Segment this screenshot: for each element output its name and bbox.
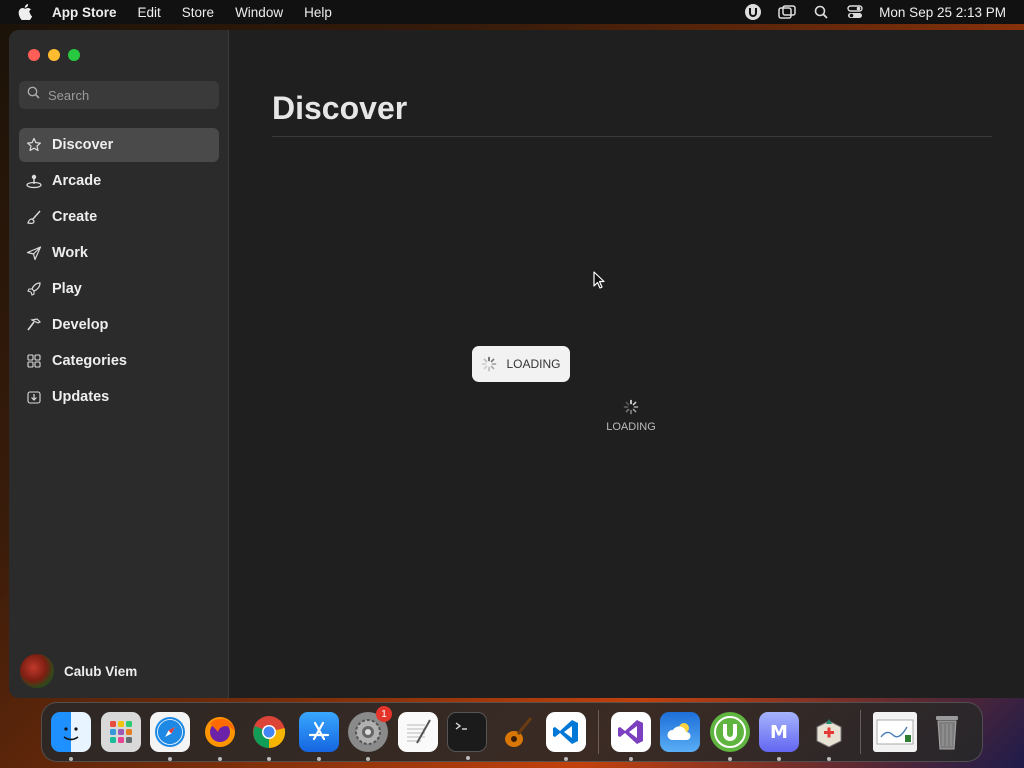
search-field[interactable] [19, 81, 219, 109]
dock-separator [860, 710, 861, 754]
hammer-icon [25, 316, 43, 334]
loading-indicator: LOADING [599, 399, 663, 433]
sidebar-item-label: Categories [52, 353, 127, 369]
dock: 1 M [41, 702, 983, 762]
title-divider [272, 136, 992, 137]
app-store-window: Discover Arcade Create Work [9, 30, 1024, 698]
minimize-button[interactable] [48, 49, 60, 61]
menu-bar: App Store Edit Store Window Help Mon Sep… [0, 0, 1024, 24]
menu-clock[interactable]: Mon Sep 25 2:13 PM [879, 5, 1006, 20]
avatar[interactable] [20, 654, 54, 688]
menu-window[interactable]: Window [235, 5, 283, 20]
loading-pill-text: LOADING [506, 357, 561, 371]
sidebar-item-label: Arcade [52, 173, 102, 189]
finder-icon[interactable] [51, 712, 91, 761]
visual-studio-icon[interactable] [610, 712, 651, 761]
user-account[interactable]: Calub Viem [20, 654, 137, 688]
control-center-icon[interactable] [845, 3, 865, 21]
main-content: Discover LOADING LOADING [229, 30, 1024, 698]
menu-store[interactable]: Store [182, 5, 214, 20]
screen-mirroring-icon[interactable] [777, 3, 797, 21]
joystick-icon [25, 172, 43, 190]
menu-help[interactable]: Help [304, 5, 332, 20]
sidebar-item-label: Develop [52, 317, 109, 333]
weather-icon[interactable] [660, 712, 700, 752]
loading-indicator-pill: LOADING [472, 346, 570, 382]
sidebar-item-work[interactable]: Work [19, 236, 219, 270]
apple-menu-icon[interactable] [18, 4, 38, 20]
terminal-icon[interactable] [447, 712, 487, 760]
textedit-icon[interactable] [397, 712, 438, 752]
firefox-icon[interactable] [200, 712, 240, 761]
sidebar-item-discover[interactable]: Discover [19, 128, 219, 162]
sidebar-item-label: Work [52, 245, 88, 261]
sidebar-item-arcade[interactable]: Arcade [19, 164, 219, 198]
utorrent-status-icon[interactable] [743, 3, 763, 21]
chrome-icon[interactable] [249, 712, 289, 761]
window-controls [28, 49, 80, 61]
zoom-button[interactable] [68, 49, 80, 61]
dock-separator [597, 710, 599, 754]
grid-icon [25, 352, 43, 370]
garageband-icon[interactable] [497, 712, 537, 752]
mouse-cursor-icon [593, 271, 605, 294]
page-title: Discover [272, 90, 408, 126]
spotlight-search-icon[interactable] [811, 3, 831, 21]
vscode-icon[interactable] [546, 712, 586, 761]
safari-icon[interactable] [150, 712, 190, 761]
sidebar-item-create[interactable]: Create [19, 200, 219, 234]
sidebar-item-develop[interactable]: Develop [19, 308, 219, 342]
menu-app-name[interactable]: App Store [52, 5, 117, 20]
launchpad-icon[interactable] [100, 712, 141, 752]
system-settings-icon[interactable]: 1 [348, 706, 392, 761]
m-app-icon[interactable]: M [759, 712, 799, 761]
loading-text: LOADING [606, 421, 656, 433]
search-icon [27, 86, 40, 104]
spinner-icon [599, 399, 663, 415]
sidebar-item-updates[interactable]: Updates [19, 380, 219, 414]
sidebar-item-play[interactable]: Play [19, 272, 219, 306]
download-icon [25, 388, 43, 406]
spinner-icon [481, 356, 497, 372]
user-name[interactable]: Calub Viem [64, 664, 137, 679]
close-button[interactable] [28, 49, 40, 61]
sidebar-item-categories[interactable]: Categories [19, 344, 219, 378]
menu-edit[interactable]: Edit [138, 5, 161, 20]
notification-badge: 1 [376, 706, 392, 722]
sidebar-item-label: Updates [52, 389, 110, 405]
trash-icon[interactable] [927, 712, 967, 752]
sidebar-item-label: Discover [52, 137, 114, 153]
app-store-icon[interactable] [298, 712, 339, 761]
sidebar: Discover Arcade Create Work [9, 30, 229, 698]
sidebar-nav: Discover Arcade Create Work Play Develop… [19, 128, 219, 416]
utorrent-icon[interactable] [709, 712, 750, 761]
preview-icon[interactable] [873, 712, 917, 752]
brush-icon [25, 208, 43, 226]
sidebar-item-label: Create [52, 209, 98, 225]
rocket-icon [25, 280, 43, 298]
paper-plane-icon [25, 244, 43, 262]
star-icon [25, 136, 43, 154]
installer-icon[interactable] [809, 712, 849, 761]
sidebar-item-label: Play [52, 281, 82, 297]
search-input[interactable] [48, 87, 208, 103]
